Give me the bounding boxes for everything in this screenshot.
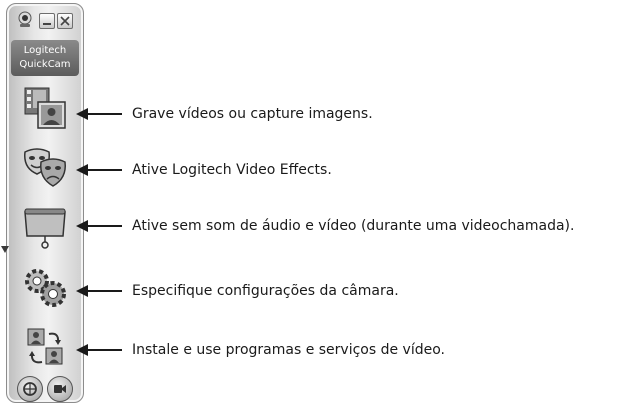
video-effects-button[interactable] <box>15 142 75 194</box>
video-call-camera-icon <box>54 385 66 393</box>
record-capture-icon <box>24 87 66 129</box>
quickcam-sidebar: Logitech QuickCam <box>6 3 84 403</box>
callout-text: Ative Logitech Video Effects. <box>132 162 332 178</box>
mute-audio-video-button[interactable] <box>15 202 75 254</box>
logo-line-1: Logitech <box>23 45 67 56</box>
minimize-button[interactable] <box>39 13 55 29</box>
expand-arrow-icon[interactable] <box>1 246 9 253</box>
video-effects-masks-icon <box>24 148 66 187</box>
video-call-button[interactable] <box>47 376 73 402</box>
video-programs-services-icon <box>27 328 63 365</box>
callout-text: Instale e use programas e serviços de ví… <box>132 342 445 358</box>
minimize-icon <box>43 23 51 25</box>
webcam-icon <box>18 11 32 27</box>
mute-privacy-shade-icon <box>24 208 66 249</box>
close-button[interactable] <box>57 13 73 29</box>
callout-text: Grave vídeos ou capture imagens. <box>132 106 373 122</box>
help-button[interactable] <box>17 376 43 402</box>
help-support-icon <box>23 382 37 396</box>
record-capture-button[interactable] <box>15 82 75 134</box>
video-programs-button[interactable] <box>15 322 75 374</box>
window-titlebar <box>17 10 73 34</box>
logo-line-2: QuickCam <box>19 59 71 70</box>
logitech-quickcam-logo: Logitech QuickCam <box>11 40 79 76</box>
callout-text: Especifique configurações da câmara. <box>132 283 399 299</box>
camera-settings-button[interactable] <box>15 262 75 314</box>
settings-gears-icon <box>25 269 66 307</box>
close-icon <box>60 16 70 26</box>
callout-text: Ative sem som de áudio e vídeo (durante … <box>132 218 575 234</box>
